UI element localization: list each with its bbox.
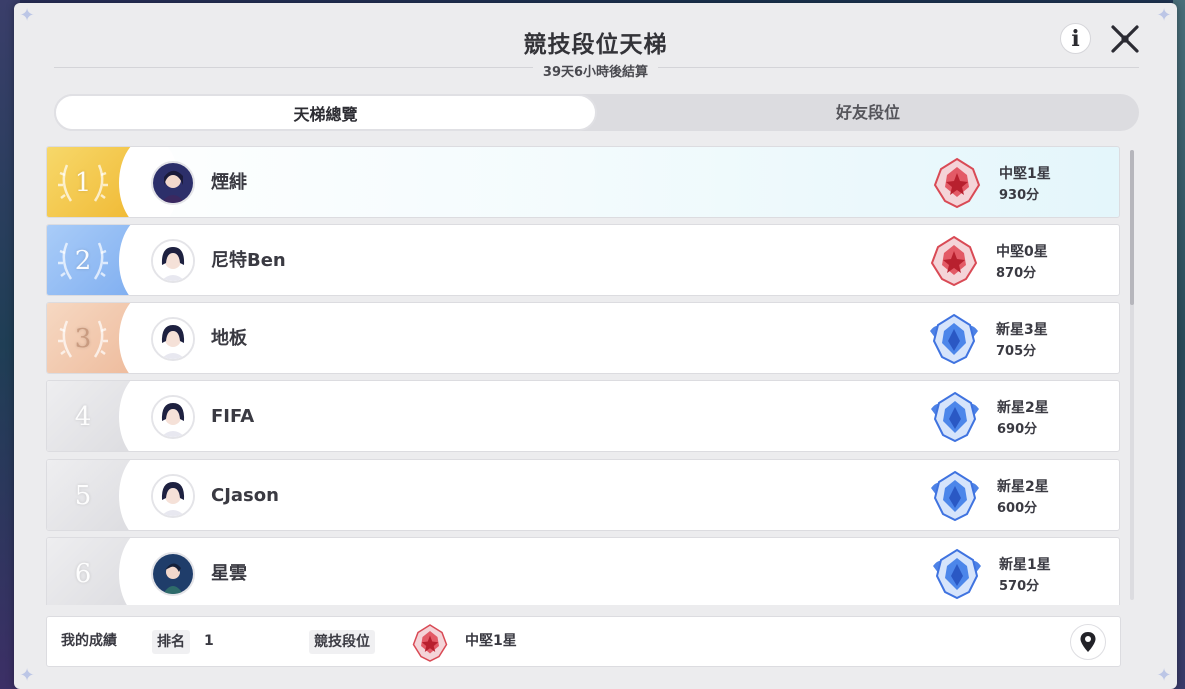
- rank-number: 2: [74, 246, 92, 276]
- tier-name: 新星2星: [997, 479, 1049, 495]
- rank-number: 6: [74, 559, 92, 589]
- corner-star-icon: ✦: [1156, 665, 1172, 686]
- location-pin-icon: [1080, 632, 1096, 652]
- my-rank-value: 1: [204, 633, 214, 649]
- rank-number: 4: [74, 402, 92, 432]
- tab-friends-rank[interactable]: 好友段位: [597, 94, 1139, 131]
- tier-name: 中堅1星: [999, 166, 1051, 182]
- settlement-countdown: 39天6小時後結算: [14, 61, 1177, 80]
- info-icon: i: [1071, 26, 1080, 52]
- rank-label: 排名: [152, 630, 190, 654]
- my-record-label: 我的成績: [61, 633, 117, 649]
- tier-blue-icon: [931, 391, 979, 443]
- player-name: 星雲: [211, 563, 247, 584]
- rank-number: 1: [74, 168, 92, 198]
- avatar[interactable]: [151, 552, 195, 596]
- tier-label: 競技段位: [309, 630, 375, 654]
- tier-name: 新星2星: [997, 400, 1049, 416]
- countdown-text: 39天6小時後結算: [532, 65, 659, 80]
- tab-ladder-overview[interactable]: 天梯總覽: [54, 94, 597, 131]
- locate-me-button[interactable]: [1070, 624, 1106, 660]
- tier-score: 930分: [999, 188, 1040, 203]
- ranking-list[interactable]: 1 煙緋 中堅1星 930分 2 尼特Ben 中堅0星 870分 3 地板 新星…: [46, 143, 1120, 605]
- player-name: 地板: [211, 328, 247, 349]
- ranking-row[interactable]: 3 地板 新星3星 705分: [46, 302, 1120, 374]
- tier-score: 600分: [997, 501, 1038, 516]
- tier-score: 705分: [996, 344, 1037, 359]
- tier-name: 中堅0星: [996, 244, 1048, 260]
- ranking-row[interactable]: 4 FIFA 新星2星 690分: [46, 380, 1120, 452]
- player-name: CJason: [211, 485, 279, 506]
- avatar[interactable]: [151, 239, 195, 283]
- close-button[interactable]: [1109, 23, 1141, 55]
- player-name: 尼特Ben: [211, 250, 286, 271]
- player-name: 煙緋: [211, 172, 247, 193]
- tier-red-icon: [930, 235, 978, 287]
- tier-blue-icon: [931, 470, 979, 522]
- ranking-row[interactable]: 2 尼特Ben 中堅0星 870分: [46, 224, 1120, 296]
- my-record-bar: 我的成績 排名 1 競技段位 中堅1星: [46, 616, 1121, 667]
- scroll-thumb[interactable]: [1130, 150, 1134, 305]
- avatar[interactable]: [151, 474, 195, 518]
- ranking-scrollbar[interactable]: [1130, 150, 1134, 600]
- tier-score: 690分: [997, 422, 1038, 437]
- ranking-row[interactable]: 1 煙緋 中堅1星 930分: [46, 146, 1120, 218]
- tier-score: 870分: [996, 266, 1037, 281]
- corner-star-icon: ✦: [19, 665, 35, 686]
- player-name: FIFA: [211, 406, 255, 427]
- close-icon: [1111, 25, 1139, 53]
- rank-number: 3: [74, 324, 92, 354]
- tier-score: 570分: [999, 579, 1040, 594]
- corner-star-icon: ✦: [1156, 5, 1172, 26]
- info-button[interactable]: i: [1060, 23, 1091, 54]
- tier-name: 新星3星: [996, 322, 1048, 338]
- tier-red-icon: [412, 624, 448, 662]
- tier-red-icon: [933, 157, 981, 209]
- tier-blue-icon: [930, 313, 978, 365]
- page-title: 競技段位天梯: [523, 32, 668, 58]
- ranking-row[interactable]: 6 星雲 新星1星 570分: [46, 537, 1120, 605]
- tier-name: 新星1星: [999, 557, 1051, 573]
- avatar[interactable]: [151, 317, 195, 361]
- tier-blue-icon: [933, 548, 981, 600]
- rank-number: 5: [74, 481, 92, 511]
- my-tier-value: 中堅1星: [465, 633, 517, 649]
- avatar[interactable]: [151, 395, 195, 439]
- ranking-row[interactable]: 5 CJason 新星2星 600分: [46, 459, 1120, 531]
- tab-bar: 天梯總覽 好友段位: [54, 94, 1139, 131]
- avatar[interactable]: [151, 161, 195, 205]
- corner-star-icon: ✦: [19, 5, 35, 26]
